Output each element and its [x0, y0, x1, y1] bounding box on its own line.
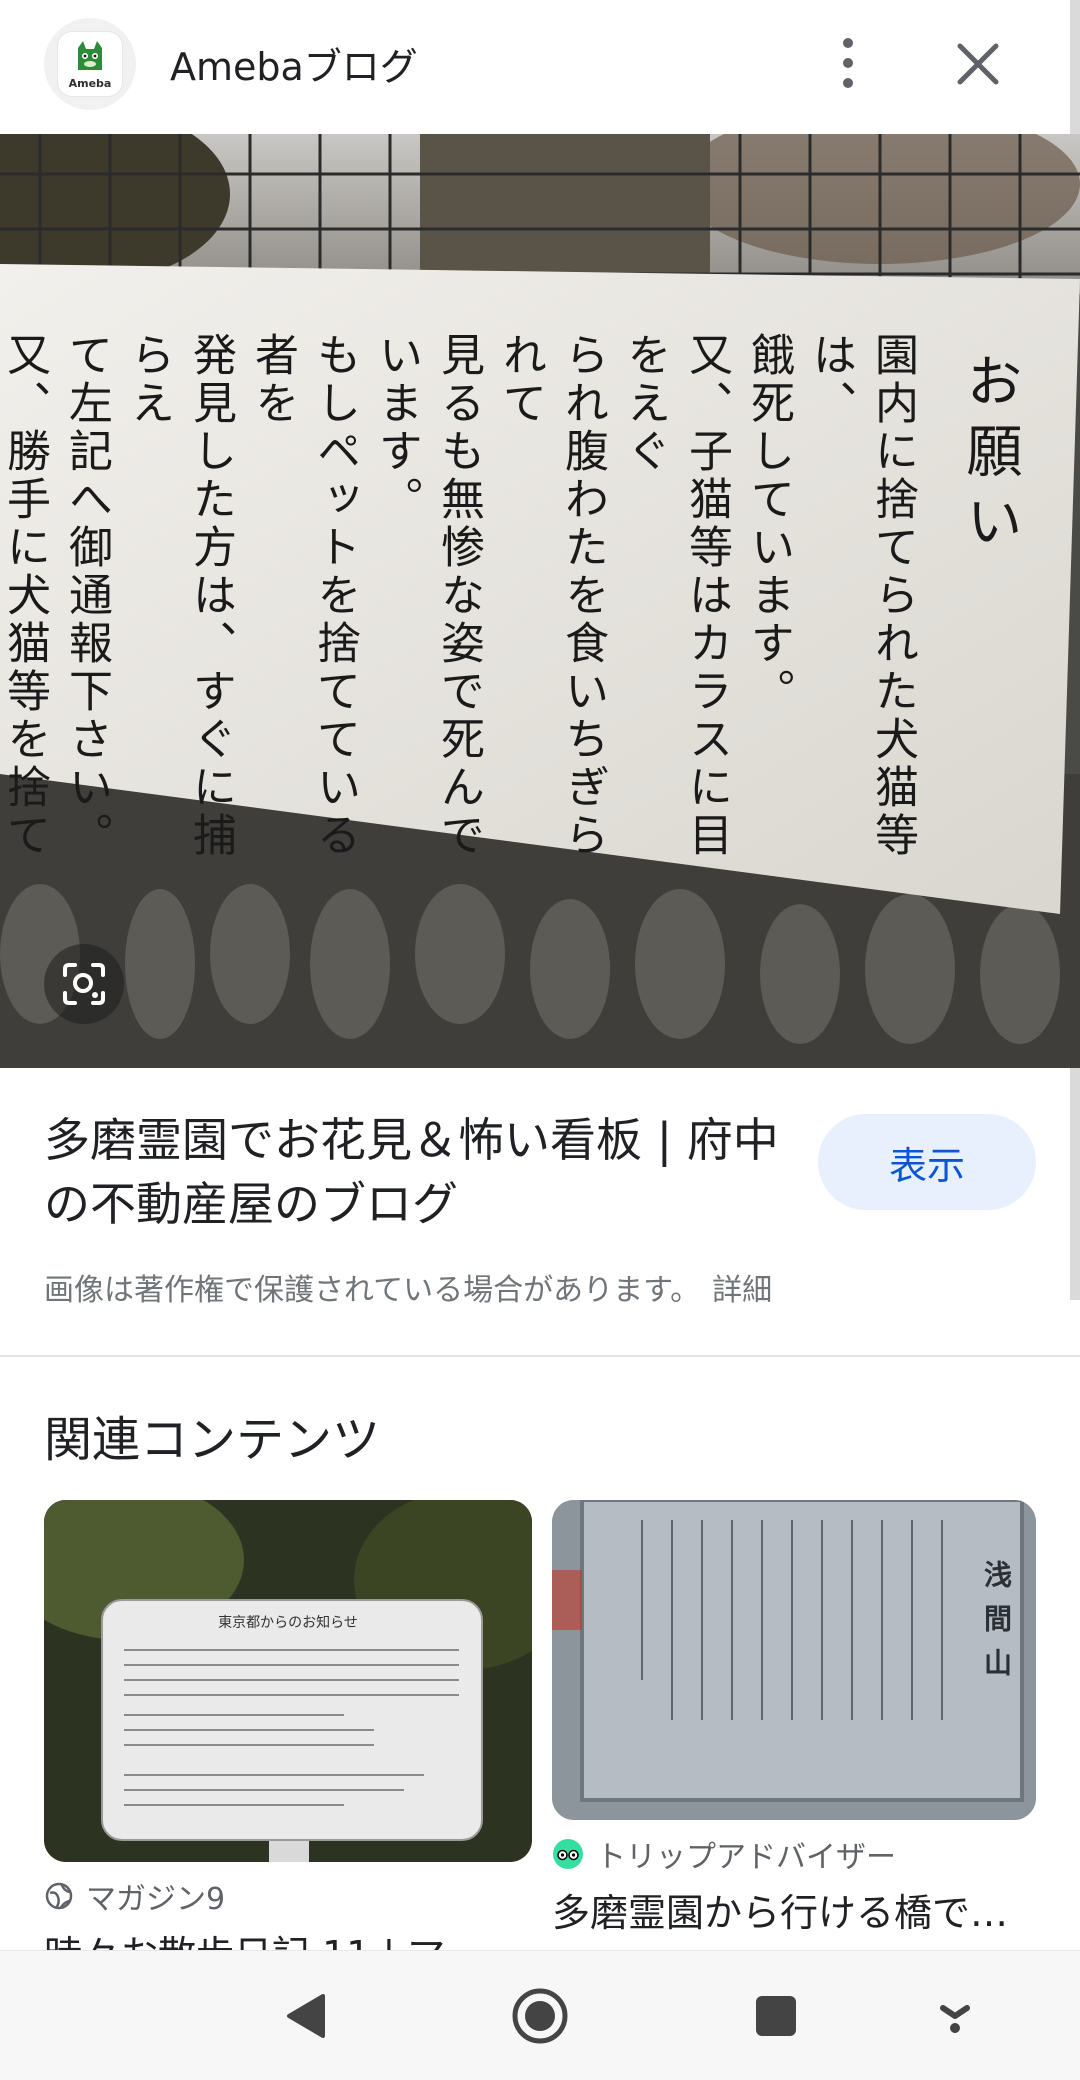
close-icon	[957, 43, 999, 85]
sign-line: 発見した方は、すぐに捕らえ	[123, 332, 236, 860]
related-source: マガジン9	[44, 1874, 532, 1918]
sign-title: お願い	[957, 352, 1022, 562]
related-source: トリップアドバイザー	[552, 1832, 1036, 1876]
copyright-notice: 画像は著作権で保護されている場合があります。 詳細	[44, 1265, 772, 1309]
sign-line: 又、子猫等はカラスに目をえぐ	[619, 332, 732, 860]
source-name: トリップアドバイザー	[596, 1840, 896, 1875]
recents-square-icon	[756, 1996, 796, 2036]
thumb-caption: 東京都からのお知らせ	[218, 1615, 358, 1631]
system-nav-bar	[0, 1950, 1080, 2080]
recents-button[interactable]	[741, 1981, 811, 2051]
details-link[interactable]: 詳細	[712, 1273, 772, 1308]
sign-line: もしペットを捨てている者を	[247, 332, 360, 860]
globe-icon	[45, 1882, 73, 1910]
sign-board-text: お願い 園内に捨てられた犬猫等は、 餓死しています。 又、子猫等はカラスに目をえぐら…	[0, 284, 1060, 904]
assistant-icon	[940, 2005, 970, 2033]
sign-line: 見るも無惨な姿で死んでいます。	[371, 332, 484, 860]
divider	[0, 1355, 1080, 1357]
ameba-logo-icon: Ameba	[58, 32, 122, 96]
home-circle-icon	[512, 1988, 568, 2044]
sign-line: 園内に捨てられた犬猫等は、	[805, 332, 918, 860]
sign-line: て左記へ御通報下さい。	[61, 332, 112, 860]
close-button[interactable]	[950, 36, 1006, 92]
assistant-button[interactable]	[920, 1981, 990, 2051]
site-name: Amebaブログ	[170, 45, 418, 89]
sign-line: 又、勝手に犬猫等を捨てると	[0, 332, 50, 860]
home-button[interactable]	[505, 1981, 575, 2051]
related-thumbnail[interactable]: 浅間山	[552, 1500, 1036, 1820]
sign-line: られ腹わたを食いちぎられて	[495, 332, 608, 860]
logo-text: Ameba	[68, 77, 112, 90]
related-card[interactable]: 浅間山 トリップアドバイザー 多磨霊園から行ける橋で…	[552, 1500, 1036, 1937]
sign-line: 餓死しています。	[743, 332, 794, 716]
copyright-text: 画像は著作権で保護されている場合があります。	[44, 1273, 701, 1308]
site-logo[interactable]: Ameba	[44, 18, 136, 110]
back-triangle-icon	[287, 1994, 325, 2038]
thumb-caption: 浅間山	[980, 1560, 1013, 1692]
lens-icon	[63, 963, 105, 1005]
view-button[interactable]: 表示	[818, 1114, 1036, 1210]
main-image[interactable]: お願い 園内に捨てられた犬猫等は、 餓死しています。 又、子猫等はカラスに目をえぐら…	[0, 134, 1080, 1068]
app-header: Ameba Amebaブログ	[0, 0, 1080, 134]
related-title[interactable]: 多磨霊園から行ける橋で…	[552, 1882, 1036, 1937]
lens-search-button[interactable]	[44, 944, 124, 1024]
related-heading: 関連コンテンツ	[44, 1412, 381, 1468]
related-thumbnail[interactable]: 東京都からのお知らせ	[44, 1500, 532, 1862]
back-button[interactable]	[270, 1981, 340, 2051]
result-title[interactable]: 多磨霊園でお花見＆怖い看板 | 府中の不動産屋のブログ	[44, 1108, 804, 1236]
tripadvisor-icon	[553, 1839, 583, 1869]
source-name: マガジン9	[86, 1882, 226, 1917]
related-card[interactable]: 東京都からのお知らせ マガジン9 時々お散歩日記 11 | マ	[44, 1500, 532, 1979]
more-vert-icon	[843, 38, 853, 48]
more-options-button[interactable]	[820, 30, 876, 96]
